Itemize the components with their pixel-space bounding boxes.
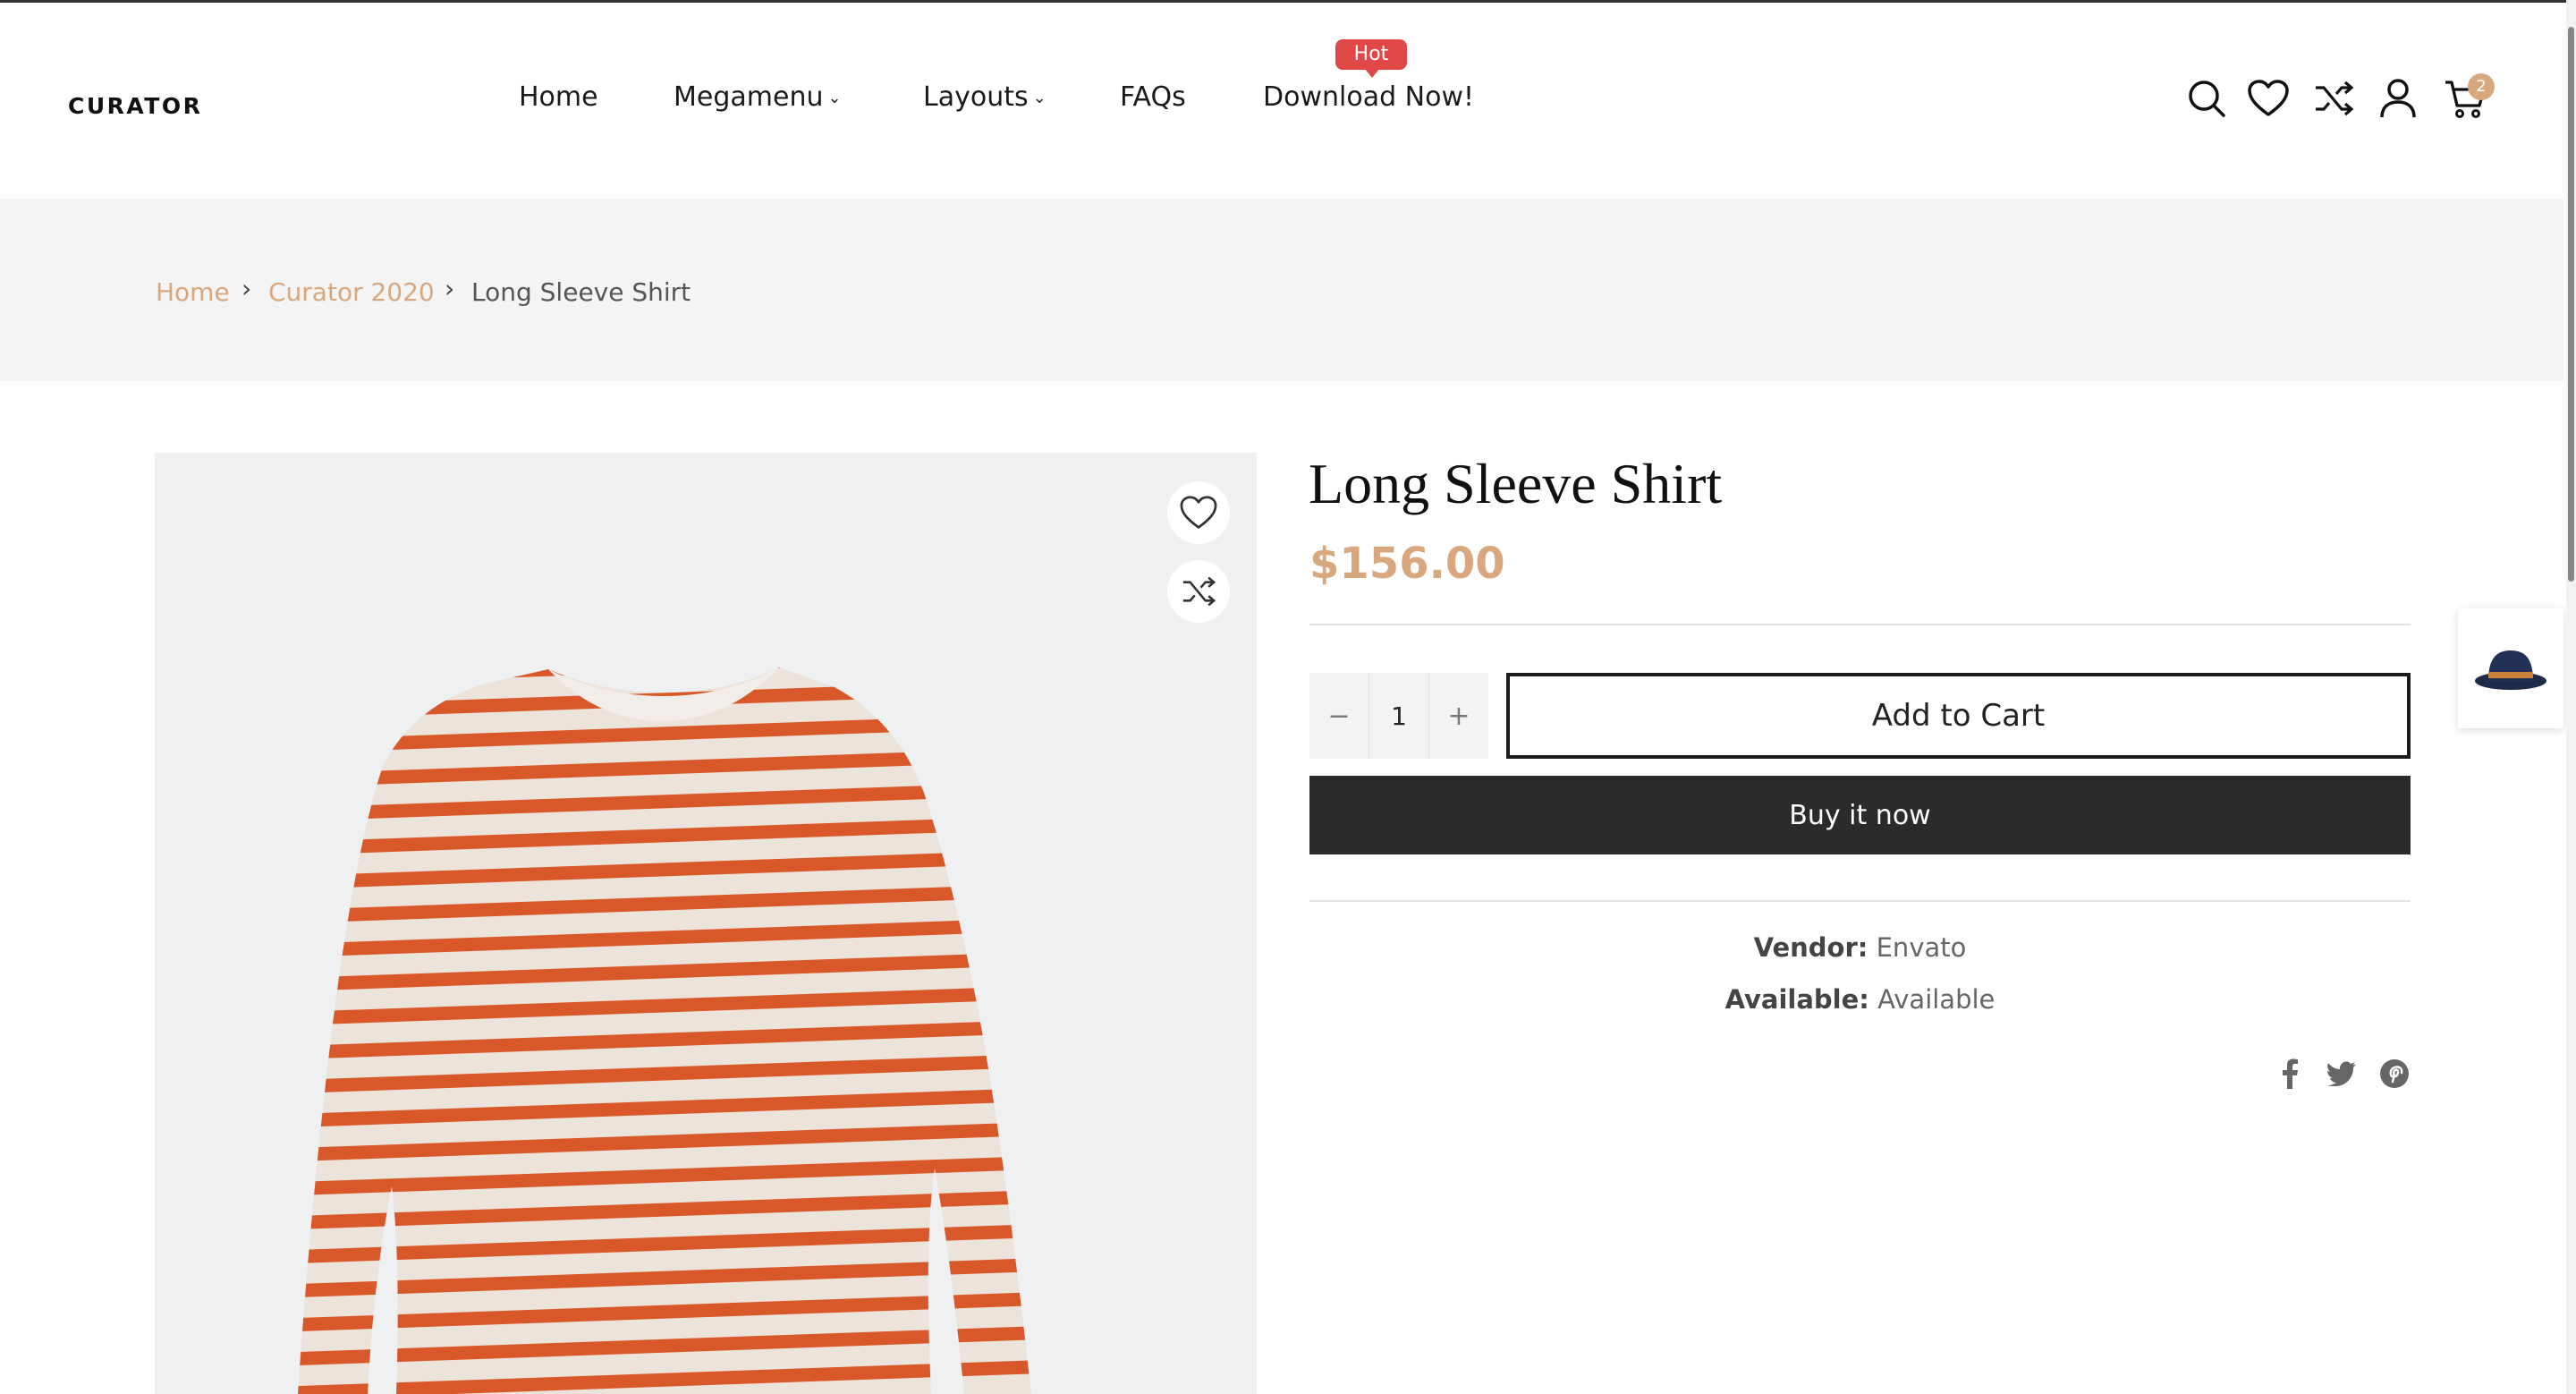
- breadcrumb-current: Long Sleeve Shirt: [471, 277, 691, 307]
- twitter-icon[interactable]: [2324, 1056, 2360, 1092]
- search-icon[interactable]: [2183, 75, 2230, 122]
- buy-now-button[interactable]: Buy it now: [1309, 776, 2411, 854]
- vendor-value[interactable]: Envato: [1877, 932, 1967, 963]
- product-image[interactable]: [155, 453, 1257, 1394]
- hot-badge: Hot: [1335, 39, 1407, 78]
- scrollbar-thumb[interactable]: [2568, 27, 2574, 582]
- compare-button[interactable]: [1167, 560, 1230, 623]
- site-logo[interactable]: CURATOR: [68, 93, 202, 119]
- quantity-stepper: − 1 +: [1309, 673, 1488, 759]
- breadcrumb-separator: ›: [445, 274, 455, 303]
- add-to-cart-button[interactable]: Add to Cart: [1506, 673, 2411, 759]
- product-price: $156.00: [1309, 539, 1505, 589]
- breadcrumb-separator: ›: [242, 274, 252, 303]
- nav-megamenu-label: Megamenu: [674, 81, 824, 113]
- nav-faqs-label: FAQs: [1120, 81, 1186, 113]
- heart-icon: [1180, 496, 1217, 529]
- heart-icon[interactable]: [2245, 75, 2292, 122]
- available-label: Available:: [1724, 984, 1869, 1015]
- breadcrumb-collection[interactable]: Curator 2020: [268, 277, 435, 307]
- quantity-input[interactable]: 1: [1368, 673, 1429, 759]
- nav-layouts[interactable]: Layouts ⌄: [923, 81, 1046, 113]
- striped-shirt-illustration: [155, 453, 1257, 1394]
- wishlist-button[interactable]: [1167, 481, 1230, 544]
- vendor-label: Vendor:: [1753, 932, 1868, 963]
- nav-megamenu[interactable]: Megamenu ⌄: [674, 81, 842, 113]
- divider: [1309, 624, 2411, 625]
- nav-layouts-label: Layouts: [923, 81, 1029, 113]
- facebook-icon[interactable]: [2272, 1056, 2308, 1092]
- pinterest-icon[interactable]: [2377, 1056, 2412, 1092]
- nav-home[interactable]: Home: [519, 81, 598, 113]
- user-icon[interactable]: [2375, 75, 2421, 122]
- breadcrumb-home[interactable]: Home: [156, 277, 230, 307]
- product-title: Long Sleeve Shirt: [1309, 452, 1723, 515]
- scrollbar[interactable]: [2566, 0, 2576, 1394]
- hat-thumbnail: [2475, 650, 2546, 690]
- availability-info: Available: Available: [1309, 984, 2411, 1015]
- chevron-down-icon: ⌄: [1032, 89, 1046, 107]
- nav-download[interactable]: Download Now!: [1263, 81, 1474, 113]
- shuffle-icon[interactable]: [2310, 75, 2357, 122]
- nav-home-label: Home: [519, 81, 598, 113]
- nav-faqs[interactable]: FAQs: [1120, 81, 1186, 113]
- cart-count-badge: 2: [2468, 73, 2495, 100]
- nav-download-label: Download Now!: [1263, 81, 1475, 113]
- divider: [1309, 900, 2411, 902]
- chevron-down-icon: ⌄: [827, 89, 842, 107]
- top-border: [0, 0, 2576, 3]
- shuffle-icon: [1182, 576, 1216, 607]
- vendor-info: Vendor: Envato: [1309, 932, 2411, 963]
- recent-product-popup[interactable]: [2458, 608, 2563, 728]
- quantity-increase-button[interactable]: +: [1429, 673, 1488, 759]
- available-value: Available: [1877, 984, 1996, 1015]
- quantity-decrease-button[interactable]: −: [1309, 673, 1368, 759]
